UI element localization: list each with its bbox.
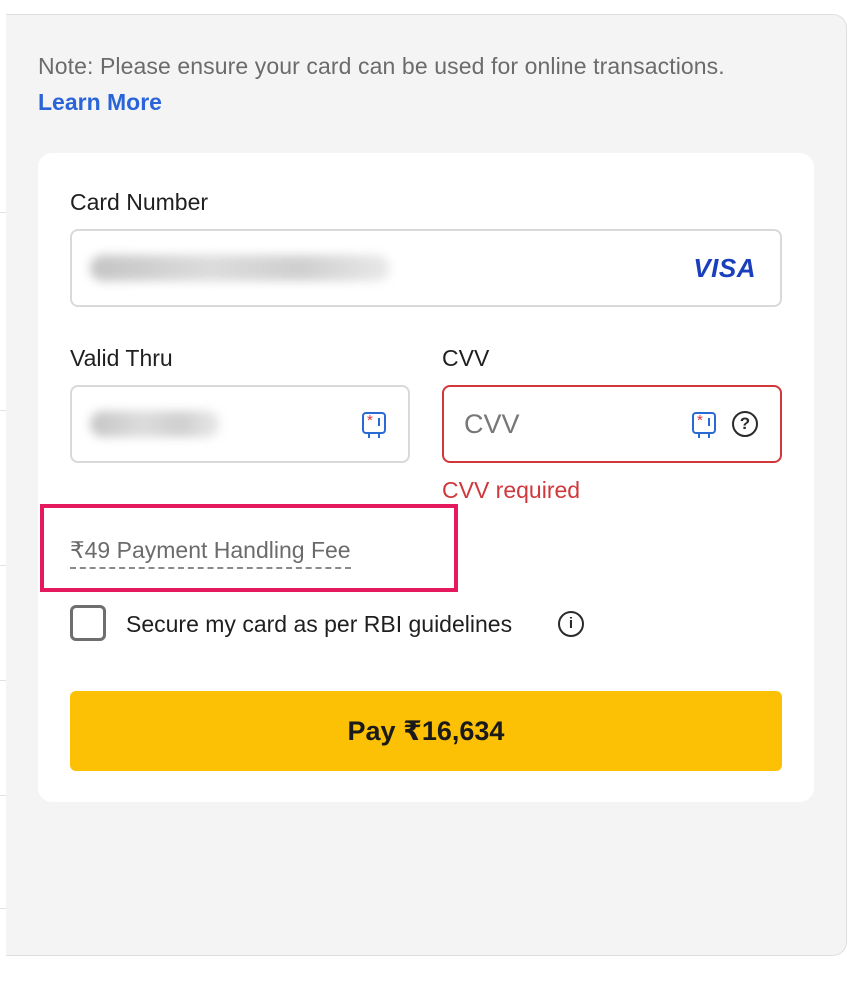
secure-card-checkbox[interactable]	[70, 605, 106, 641]
card-number-value-blurred	[90, 255, 390, 281]
info-icon[interactable]: i	[558, 611, 584, 637]
pay-button[interactable]: Pay ₹16,634	[70, 691, 782, 771]
card-chip-icon: *	[362, 412, 386, 438]
cvv-error-text: CVV required	[442, 477, 581, 503]
payment-panel: Note: Please ensure your card can be use…	[6, 14, 847, 956]
valid-thru-label: Valid Thru	[70, 345, 173, 371]
card-chip-icon: *	[692, 412, 716, 438]
cvv-input[interactable]: CVV * ?	[442, 385, 782, 463]
valid-thru-value-blurred	[90, 411, 220, 437]
cvv-placeholder: CVV	[464, 409, 520, 439]
learn-more-link[interactable]: Learn More	[38, 89, 162, 116]
cvv-label: CVV	[442, 345, 490, 371]
card-form: Card Number VISA Valid Thru * CVV CVV * …	[38, 153, 814, 802]
fee-highlight-box	[40, 504, 458, 592]
visa-logo: VISA	[693, 253, 756, 283]
card-number-label: Card Number	[70, 189, 209, 215]
valid-thru-input[interactable]: *	[70, 385, 410, 463]
card-number-input[interactable]: VISA	[70, 229, 782, 307]
note-text: Note: Please ensure your card can be use…	[38, 53, 725, 79]
secure-card-label: Secure my card as per RBI guidelines	[126, 611, 513, 637]
help-icon[interactable]: ?	[732, 411, 758, 437]
